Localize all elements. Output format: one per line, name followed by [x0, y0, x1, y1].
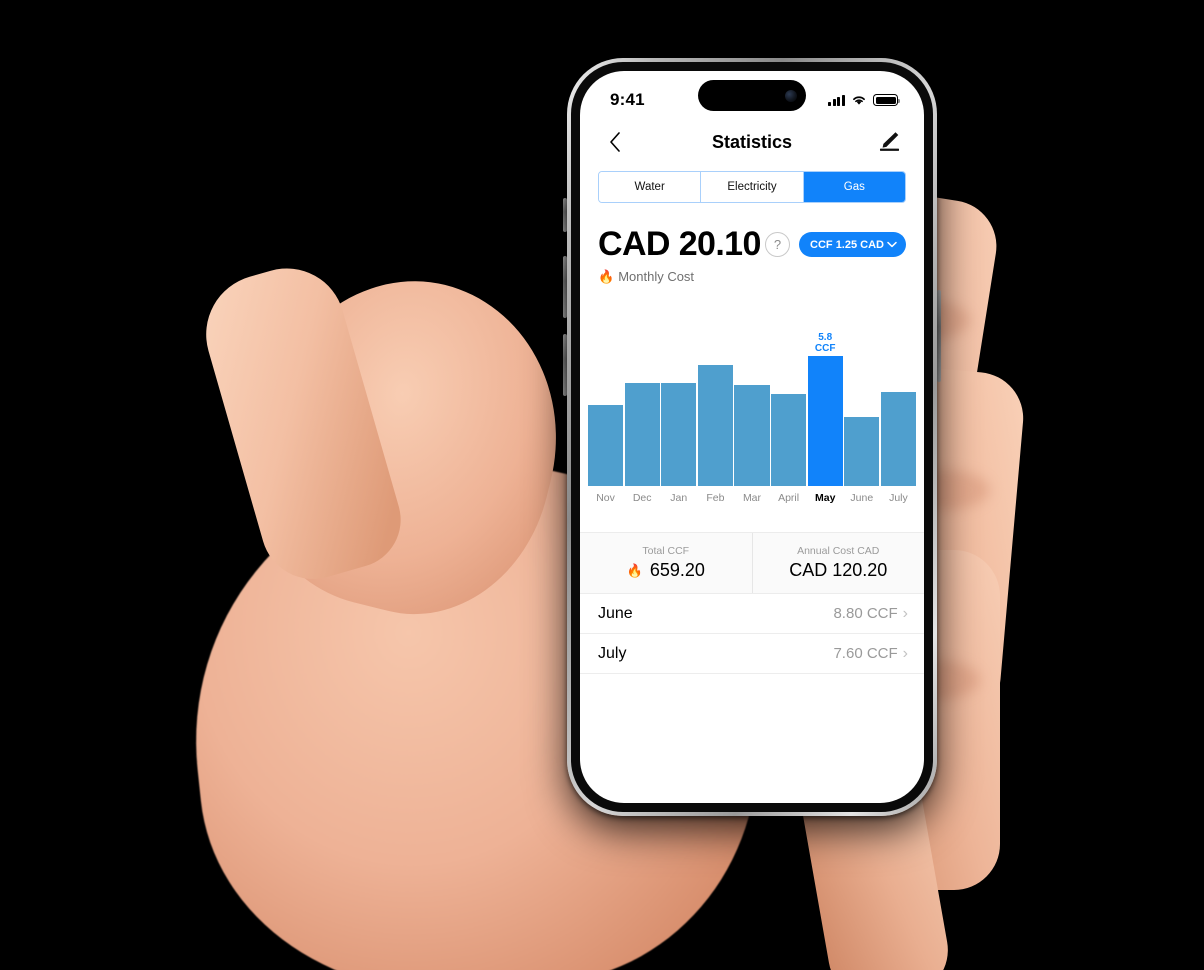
list-item-right: 8.80 CCF › [833, 605, 908, 622]
annual-cost-cell: Annual Cost CAD CAD 120.20 [751, 533, 925, 593]
dynamic-island [698, 80, 806, 111]
battery-icon [873, 94, 901, 106]
chart-bar[interactable] [734, 385, 770, 486]
chevron-right-icon: › [902, 644, 908, 662]
segmented-control-wrap: Water Electricity Gas [580, 165, 924, 203]
phone-device: 9:41 Statistics Water Electricity Gas CA… [567, 58, 937, 816]
monthly-cost-amount: CAD 20.10 [598, 225, 761, 263]
phone-bezel: 9:41 Statistics Water Electricity Gas CA… [571, 62, 933, 812]
cellular-signal-icon [828, 94, 845, 106]
x-axis-label: Dec [632, 492, 652, 504]
rate-label: CCF 1.25 CAD [810, 238, 884, 251]
tab-water[interactable]: Water [599, 172, 702, 202]
annual-cost-value: CAD 120.20 [789, 560, 888, 580]
chart-bar[interactable] [661, 382, 697, 486]
bar-value-label: 5.8 CCF [814, 331, 836, 354]
x-axis-label: Feb [706, 492, 725, 504]
help-label: ? [773, 237, 782, 252]
phone-screen: 9:41 Statistics Water Electricity Gas CA… [580, 71, 924, 803]
wifi-icon [853, 96, 865, 105]
status-bar-indicators [828, 94, 901, 106]
monthly-cost-label: Monthly Cost [618, 269, 695, 284]
pencil-edit-icon [880, 132, 899, 151]
bar-column [771, 338, 807, 486]
list-item-month: June [598, 604, 633, 622]
utility-segmented-control: Water Electricity Gas [598, 171, 906, 203]
tab-water-label: Water [634, 181, 665, 193]
thumb [191, 254, 413, 592]
tab-gas-label: Gas [843, 181, 865, 193]
flame-icon: 🔥 [626, 563, 643, 578]
chart-bars: 5.8 CCF [588, 332, 916, 486]
chart-bar[interactable] [771, 394, 807, 486]
screenshot-stage: 9:41 Statistics Water Electricity Gas CA… [0, 0, 1204, 970]
bar-column [661, 338, 697, 486]
hero-actions: ? CCF 1.25 CAD [765, 232, 906, 257]
status-bar-time: 9:41 [610, 90, 645, 109]
rate-selector-button[interactable]: CCF 1.25 CAD [799, 232, 906, 257]
bar-column [880, 338, 916, 486]
bar-column [734, 338, 770, 486]
page-title: Statistics [711, 131, 793, 152]
list-item-month: July [598, 644, 627, 662]
edit-button[interactable] [876, 129, 902, 155]
chart-bar[interactable] [844, 416, 880, 486]
chart-bar[interactable] [588, 405, 624, 486]
x-axis-label: Jan [670, 492, 688, 504]
chart-bar[interactable] [807, 355, 843, 486]
total-ccf-label: Total CCF [642, 545, 690, 557]
flame-icon: 🔥 [598, 269, 615, 284]
x-axis-label: Mar [742, 492, 762, 504]
tab-electricity[interactable]: Electricity [701, 172, 804, 202]
bar-column [588, 338, 624, 486]
chevron-down-icon [887, 241, 897, 248]
chart-x-axis: Nov Dec Jan Feb Mar April May June July [580, 486, 924, 504]
chevron-right-icon: › [902, 604, 908, 622]
monthly-cost-subtitle-row: 🔥 Monthly Cost [580, 264, 924, 284]
palm-upper [219, 248, 591, 642]
power-button[interactable] [937, 290, 941, 382]
tab-electricity-label: Electricity [727, 181, 777, 193]
x-axis-label: Nov [596, 492, 615, 504]
monthly-readings-list: June 8.80 CCF › July 7.60 CCF › [580, 594, 924, 674]
bar-column: 5.8 CCF [807, 332, 843, 486]
annual-cost-label: Annual Cost CAD [797, 545, 880, 557]
list-item[interactable]: June 8.80 CCF › [580, 594, 924, 634]
list-item[interactable]: July 7.60 CCF › [580, 634, 924, 674]
chart-bar[interactable] [697, 364, 733, 486]
totals-summary: Total CCF 🔥 659.20 Annual Cost CAD CAD 1… [580, 532, 924, 594]
list-item-right: 7.60 CCF › [833, 645, 908, 662]
bar-column [697, 338, 733, 486]
list-item-value: 8.80 CCF [833, 605, 898, 622]
x-axis-label: July [889, 492, 908, 504]
status-bar: 9:41 [580, 71, 924, 119]
x-axis-label: June [850, 492, 874, 504]
bar-column [624, 338, 660, 486]
navigation-bar: Statistics [580, 119, 924, 165]
x-axis-label: April [778, 492, 800, 504]
hero-row: CAD 20.10 ? CCF 1.25 CAD [580, 203, 924, 264]
chart-bar[interactable] [880, 391, 916, 486]
tab-gas[interactable]: Gas [803, 172, 905, 202]
question-mark-icon[interactable]: ? [765, 232, 791, 257]
total-ccf-value-row: 🔥 659.20 [627, 560, 705, 581]
x-axis-label: May [814, 492, 836, 504]
bar-column [844, 338, 880, 486]
total-ccf-value: 659.20 [649, 560, 705, 580]
usage-bar-chart: 5.8 CCF [580, 306, 924, 486]
chart-bar[interactable] [624, 382, 660, 486]
list-item-value: 7.60 CCF [833, 645, 898, 662]
total-ccf-cell: Total CCF 🔥 659.20 [580, 533, 752, 593]
front-camera-icon [785, 89, 797, 102]
